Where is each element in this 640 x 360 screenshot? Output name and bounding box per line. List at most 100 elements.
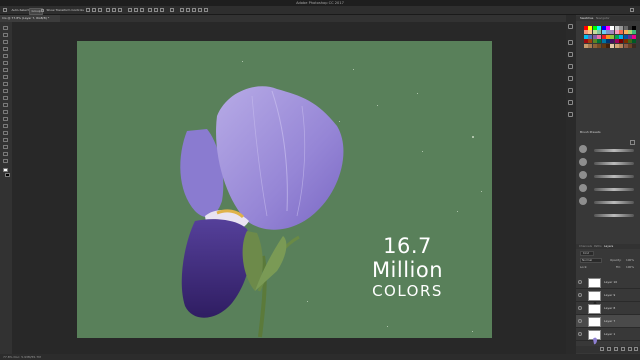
- 3d-scale-icon[interactable]: [204, 8, 208, 12]
- color-swatch[interactable]: [628, 39, 632, 44]
- color-swatch[interactable]: [601, 30, 606, 35]
- color-swatch[interactable]: [588, 39, 593, 44]
- brush-tool-icon[interactable]: [3, 75, 8, 79]
- type-tool-icon[interactable]: [3, 131, 8, 135]
- color-swatch[interactable]: [614, 34, 619, 39]
- color-swatch[interactable]: [614, 26, 619, 30]
- document-tab[interactable]: Iris @ 77.8% (Layer 7, RGB/8) *: [0, 15, 60, 22]
- adjustments-panel-icon[interactable]: [568, 52, 573, 57]
- foreground-color-swatch[interactable]: [3, 168, 8, 172]
- color-swatch[interactable]: [632, 30, 637, 35]
- color-swatch[interactable]: [592, 26, 597, 30]
- auto-align-icon[interactable]: [170, 8, 174, 12]
- color-swatch[interactable]: [610, 39, 615, 44]
- clone-stamp-tool-icon[interactable]: [3, 82, 8, 86]
- distribute-bottom-icon[interactable]: [140, 8, 144, 12]
- libraries-panel-icon[interactable]: [568, 100, 573, 105]
- styles-panel-icon[interactable]: [568, 64, 573, 69]
- color-swatch[interactable]: [623, 30, 628, 35]
- brush-preset-tip[interactable]: [579, 158, 587, 166]
- color-swatch[interactable]: [632, 43, 637, 48]
- color-swatch[interactable]: [597, 30, 602, 35]
- color-swatch[interactable]: [628, 34, 632, 39]
- color-swatch[interactable]: [588, 34, 593, 39]
- color-swatch[interactable]: [632, 39, 637, 44]
- distribute-right-icon[interactable]: [160, 8, 164, 12]
- align-middle-icon[interactable]: [92, 8, 96, 12]
- tab-layers[interactable]: Layers: [604, 244, 613, 249]
- trash-icon[interactable]: [634, 347, 638, 351]
- align-right-icon[interactable]: [118, 8, 122, 12]
- color-swatch[interactable]: [588, 26, 593, 30]
- brush-preset-tip[interactable]: [579, 171, 587, 179]
- color-swatch[interactable]: [597, 34, 602, 39]
- distribute-left-icon[interactable]: [148, 8, 152, 12]
- lasso-tool-icon[interactable]: [3, 40, 8, 44]
- blur-tool-icon[interactable]: [3, 110, 8, 114]
- color-swatch[interactable]: [632, 26, 637, 30]
- color-swatch[interactable]: [606, 26, 610, 30]
- tab-navigator[interactable]: Navigator: [596, 16, 610, 21]
- layer-row-selected[interactable]: Layer 7: [576, 315, 640, 328]
- color-swatch[interactable]: [619, 43, 624, 48]
- move-tool-icon[interactable]: [3, 8, 7, 12]
- color-swatch[interactable]: [628, 26, 632, 30]
- healing-brush-tool-icon[interactable]: [3, 68, 8, 72]
- color-swatch[interactable]: [606, 43, 610, 48]
- color-swatch[interactable]: [632, 34, 637, 39]
- eye-icon[interactable]: [578, 306, 582, 310]
- color-swatch[interactable]: [601, 26, 606, 30]
- eye-icon[interactable]: [578, 293, 582, 297]
- marquee-tool-icon[interactable]: [3, 33, 8, 37]
- dodge-tool-icon[interactable]: [3, 117, 8, 121]
- opacity-value[interactable]: 100%: [626, 258, 634, 263]
- tab-swatches[interactable]: Swatches: [580, 16, 593, 21]
- history-brush-tool-icon[interactable]: [3, 89, 8, 93]
- new-layer-icon[interactable]: [628, 347, 632, 351]
- color-swatch[interactable]: [601, 34, 606, 39]
- fill-value[interactable]: 100%: [626, 265, 634, 270]
- 3d-slide-icon[interactable]: [198, 8, 202, 12]
- color-swatch[interactable]: [610, 30, 615, 35]
- color-swatch[interactable]: [606, 30, 610, 35]
- eye-icon[interactable]: [578, 332, 582, 336]
- tab-paths[interactable]: Paths: [594, 244, 602, 249]
- 3d-drag-icon[interactable]: [192, 8, 196, 12]
- color-swatch[interactable]: [584, 43, 588, 48]
- color-swatch[interactable]: [584, 34, 588, 39]
- 3d-roll-icon[interactable]: [186, 8, 190, 12]
- pen-tool-icon[interactable]: [3, 124, 8, 128]
- color-swatch[interactable]: [628, 30, 632, 35]
- color-swatch[interactable]: [592, 34, 597, 39]
- paragraph-panel-icon[interactable]: [568, 88, 573, 93]
- color-swatch[interactable]: [588, 43, 593, 48]
- align-left-icon[interactable]: [106, 8, 110, 12]
- distribute-top-icon[interactable]: [128, 8, 132, 12]
- path-selection-tool-icon[interactable]: [3, 138, 8, 142]
- layer-row[interactable]: Layer 8: [576, 302, 640, 319]
- tab-channels[interactable]: Channels: [579, 244, 592, 249]
- color-swatch[interactable]: [592, 43, 597, 48]
- color-swatch[interactable]: [584, 26, 588, 30]
- color-swatch[interactable]: [601, 39, 606, 44]
- 3d-rotate-icon[interactable]: [180, 8, 184, 12]
- color-swatch[interactable]: [597, 43, 602, 48]
- align-bottom-icon[interactable]: [98, 8, 102, 12]
- character-panel-icon[interactable]: [568, 76, 573, 81]
- color-swatch[interactable]: [606, 34, 610, 39]
- background-color-swatch[interactable]: [5, 173, 10, 177]
- color-swatch[interactable]: [610, 34, 615, 39]
- fx-icon[interactable]: [607, 347, 611, 351]
- layer-row[interactable]: Layer 9: [576, 289, 640, 306]
- distribute-center-icon[interactable]: [154, 8, 158, 12]
- color-swatch[interactable]: [619, 39, 624, 44]
- color-swatch[interactable]: [628, 43, 632, 48]
- brush-preset-tip[interactable]: [579, 197, 587, 205]
- color-swatch[interactable]: [614, 39, 619, 44]
- hand-tool-icon[interactable]: [3, 152, 8, 156]
- crop-tool-icon[interactable]: [3, 54, 8, 58]
- new-group-icon[interactable]: [621, 347, 625, 351]
- color-swatch[interactable]: [623, 34, 628, 39]
- history-panel-icon[interactable]: [568, 24, 573, 29]
- align-center-icon[interactable]: [112, 8, 116, 12]
